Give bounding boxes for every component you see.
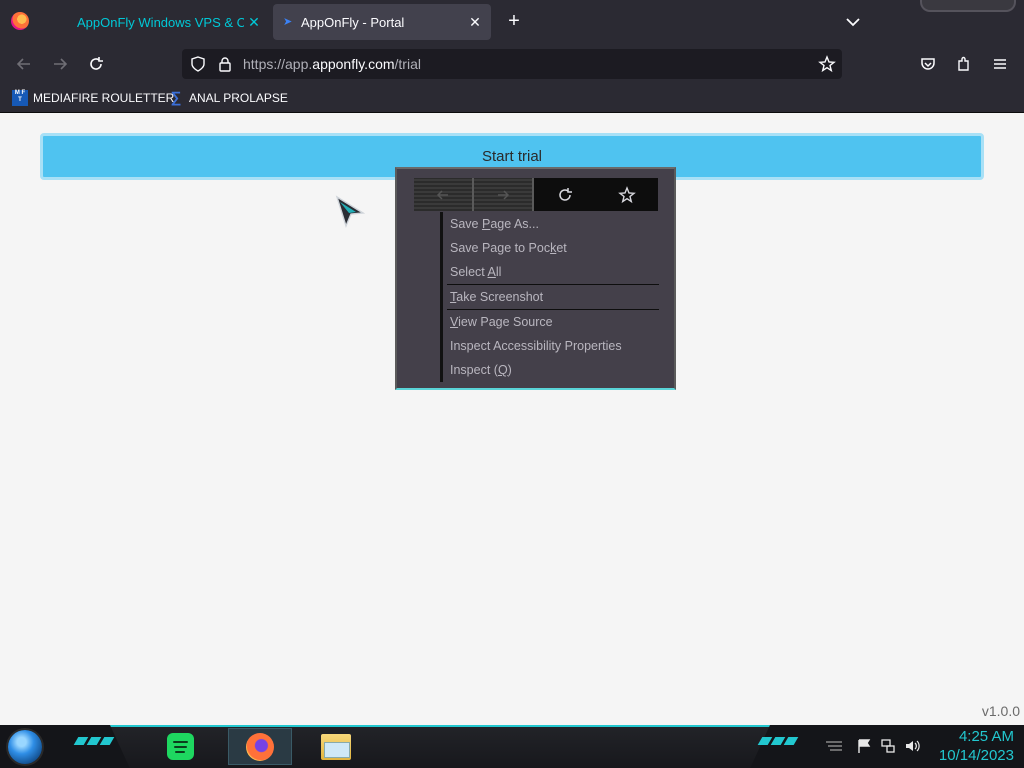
puzzle-extensions-icon — [958, 56, 969, 71]
forward-button[interactable] — [49, 53, 71, 75]
tab-apponfly-vps[interactable]: AppOnFly Windows VPS & Clo ✕ — [66, 4, 270, 40]
menu-item-save-page-to-pocket[interactable]: Save Page to Pocket — [447, 236, 659, 260]
sigma-icon: ∑ — [170, 89, 182, 106]
network-icon[interactable] — [880, 738, 896, 754]
version-label: v1.0.0 — [981, 703, 1020, 719]
menu-item-text: Save — [450, 217, 482, 231]
list-all-tabs-chevron-down-icon[interactable] — [843, 12, 863, 32]
close-tab-icon[interactable]: ✕ — [465, 14, 485, 31]
close-tab-icon[interactable]: ✕ — [244, 14, 264, 31]
pocket-button[interactable] — [917, 53, 939, 75]
lock-icon[interactable] — [217, 56, 233, 72]
back-icon — [436, 189, 448, 200]
bookmark-star-icon — [618, 185, 636, 203]
bookmark-star-icon[interactable] — [818, 55, 836, 73]
menu-item-accesskey: Q — [497, 363, 508, 377]
folder-icon — [321, 733, 351, 760]
forward-icon — [498, 189, 510, 200]
volume-icon[interactable] — [904, 738, 922, 754]
clock-time: 4:25 AM — [958, 728, 1014, 745]
context-back-button[interactable] — [414, 178, 474, 211]
taskbar: 4:25 AM 10/14/2023 — [0, 725, 1024, 768]
mouse-cursor-icon — [335, 195, 366, 229]
menu-item-text: Select — [450, 265, 488, 279]
forward-arrow-icon — [54, 58, 68, 70]
new-tab-button[interactable]: + — [503, 10, 525, 34]
clock[interactable]: 4:25 AM 10/14/2023 — [939, 727, 1014, 765]
menu-item-accesskey: V — [450, 315, 459, 329]
shield-icon[interactable] — [190, 56, 206, 72]
menu-item-inspect-accessibility[interactable]: Inspect Accessibility Properties — [447, 334, 659, 358]
bookmark-mediafire-rouletter[interactable]: M FT MEDIAFIRE ROULETTER — [12, 89, 174, 107]
start-button-icon[interactable] — [8, 730, 42, 764]
menu-item-select-all[interactable]: Select All — [447, 260, 659, 284]
taskbar-rail — [110, 725, 770, 768]
taskbar-firefox[interactable] — [228, 728, 292, 765]
context-menu: Save Page As... Save Page to Pocket Sele… — [395, 167, 676, 390]
taskbar-spotify[interactable] — [165, 728, 195, 765]
apponfly-favicon-icon: ➤ — [283, 16, 293, 28]
menu-item-text: ake Screenshot — [456, 290, 544, 304]
menu-item-inspect[interactable]: Inspect (Q) — [447, 358, 659, 382]
reload-icon — [559, 187, 572, 201]
menu-item-text: et — [556, 241, 567, 255]
bookmark-label: MEDIAFIRE ROULETTER — [33, 91, 175, 105]
clock-date: 10/14/2023 — [938, 747, 1014, 764]
menu-item-text: Inspect Accessibility Properties — [450, 339, 622, 353]
tab-label: AppOnFly - Portal — [301, 14, 405, 30]
context-menu-stripe — [440, 212, 443, 382]
tab-strip: AppOnFly Windows VPS & Clo ✕ ➤ AppOnFly … — [0, 0, 1024, 44]
firefox-menu-icon[interactable] — [11, 12, 29, 30]
taskbar-file-explorer[interactable] — [318, 728, 354, 765]
taskbar-decoration-left — [73, 737, 115, 745]
back-arrow-icon — [16, 58, 30, 70]
menu-item-save-page-as[interactable]: Save Page As... — [447, 212, 659, 236]
back-button[interactable] — [13, 53, 35, 75]
hamburger-menu-icon — [994, 59, 1006, 69]
bookmark-anal-prolapse[interactable]: ∑ ANAL PROLAPSE — [168, 89, 288, 107]
system-tray — [820, 735, 930, 757]
bookmarks-toolbar: M FT MEDIAFIRE ROULETTER ∑ ANAL PROLAPSE — [0, 84, 1024, 113]
menu-item-accesskey: A — [487, 265, 496, 279]
firefox-icon — [246, 732, 274, 761]
context-forward-button[interactable] — [474, 178, 534, 211]
url-text[interactable]: https://app.apponfly.com/trial — [243, 56, 421, 72]
flag-notification-icon[interactable] — [856, 738, 872, 754]
url-prefix: https://app. — [243, 56, 313, 72]
reload-button[interactable] — [85, 53, 107, 75]
context-menu-navigation — [414, 178, 660, 211]
spotify-icon — [166, 733, 194, 760]
reload-icon — [90, 57, 103, 70]
menu-item-text: age As... — [490, 217, 539, 231]
pocket-icon — [921, 58, 935, 70]
url-path: /trial — [394, 56, 421, 72]
url-bar[interactable]: https://app.apponfly.com/trial — [182, 49, 842, 79]
taskbar-decoration-right — [757, 737, 799, 745]
context-menu-items: Save Page As... Save Page to Pocket Sele… — [447, 212, 659, 382]
menu-item-text: ) — [507, 363, 512, 377]
navigation-toolbar: https://app.apponfly.com/trial — [0, 44, 1024, 84]
app-menu-button[interactable] — [989, 53, 1011, 75]
menu-item-text: ll — [495, 265, 502, 279]
mediafire-icon: M FT — [12, 90, 28, 106]
menu-item-text: Inspect ( — [450, 363, 498, 377]
url-domain: apponfly.com — [312, 56, 395, 72]
menu-item-text: Save Page to Poc — [450, 241, 551, 255]
context-bookmark-button[interactable] — [596, 178, 658, 211]
window-frame-decoration — [920, 0, 1016, 12]
menu-item-view-page-source[interactable]: View Page Source — [447, 310, 659, 334]
menu-item-take-screenshot[interactable]: Take Screenshot — [447, 285, 659, 309]
menu-item-text: iew Page Source — [458, 315, 553, 329]
show-hidden-icons-icon[interactable] — [824, 739, 844, 753]
bookmark-label: ANAL PROLAPSE — [189, 91, 288, 105]
extensions-button[interactable] — [953, 53, 975, 75]
tab-label: AppOnFly Windows VPS & Clo — [77, 14, 244, 30]
tab-apponfly-portal[interactable]: ➤ AppOnFly - Portal ✕ — [273, 4, 491, 40]
context-reload-button[interactable] — [534, 178, 596, 211]
